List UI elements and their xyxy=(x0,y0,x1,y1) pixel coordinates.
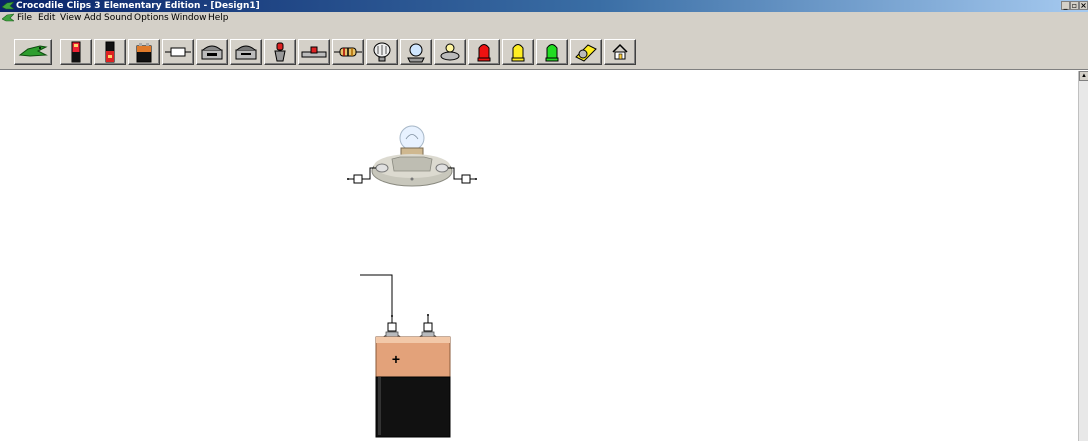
menu-options[interactable]: Options xyxy=(134,12,169,24)
toolbar-fuse-button[interactable] xyxy=(162,39,194,65)
design-canvas[interactable]: + xyxy=(0,71,1078,441)
toolbar-2way-switch-button[interactable] xyxy=(230,39,262,65)
bulb-icon xyxy=(407,43,425,63)
resistor-icon xyxy=(334,47,362,57)
push-switch-icon xyxy=(274,42,286,62)
crocodile-app-icon xyxy=(2,1,14,10)
menu-window[interactable]: Window xyxy=(171,12,207,24)
switch-icon xyxy=(201,45,223,60)
menu-file[interactable]: File xyxy=(17,12,32,24)
menu-bar: File Edit View Add Sound Options Window … xyxy=(0,12,1088,34)
toolbar-capacitor-button[interactable] xyxy=(366,39,398,65)
battery-positive-label: + xyxy=(392,351,400,367)
toolbar-motor-button[interactable] xyxy=(570,39,602,65)
toolbar-red-led-button[interactable] xyxy=(468,39,500,65)
9v-battery-icon xyxy=(136,43,152,63)
capacitor-icon xyxy=(373,42,391,62)
crocodile-clip-icon xyxy=(18,45,48,57)
toolbar-push-switch-button[interactable] xyxy=(264,39,296,65)
document-crocodile-icon[interactable] xyxy=(2,13,14,23)
scroll-up-arrow-icon[interactable]: ▲ xyxy=(1079,71,1088,81)
app-window: Crocodile Clips 3 Elementary Edition - [… xyxy=(0,0,1088,441)
toolbar-switch-button[interactable] xyxy=(196,39,228,65)
toolbar-cell-button[interactable] xyxy=(60,39,92,65)
battery-9v-component[interactable]: + xyxy=(370,311,456,441)
title-bar[interactable]: Crocodile Clips 3 Elementary Edition - [… xyxy=(0,0,1088,12)
home-icon xyxy=(612,43,628,60)
menu-view[interactable]: View xyxy=(60,12,81,24)
lamp-bulb-component[interactable] xyxy=(342,121,482,201)
led-red-icon xyxy=(477,44,491,62)
switch-2way-icon xyxy=(235,45,257,60)
toolbar-home-button[interactable] xyxy=(604,39,636,65)
menu-sound[interactable]: Sound xyxy=(104,12,132,24)
toolbar-battery-pack-button[interactable] xyxy=(94,39,126,65)
motor-icon xyxy=(575,44,597,62)
menu-add[interactable]: Add xyxy=(84,12,101,24)
menu-edit[interactable]: Edit xyxy=(38,12,55,24)
window-controls: _ ▫ × xyxy=(1061,1,1088,10)
fuse-icon xyxy=(165,47,191,57)
lamp-holder-icon xyxy=(440,43,460,61)
variable-resistor-icon xyxy=(301,46,327,58)
window-title: Crocodile Clips 3 Elementary Edition - [… xyxy=(16,1,260,11)
cell-battery-icon xyxy=(71,41,81,63)
toolbar-9v-battery-button[interactable] xyxy=(128,39,160,65)
restore-button[interactable]: ▫ xyxy=(1070,1,1079,10)
toolbar-crocodile-button[interactable] xyxy=(14,39,52,65)
vertical-scrollbar[interactable]: ▲ xyxy=(1078,71,1088,441)
minimize-button[interactable]: _ xyxy=(1061,1,1070,10)
close-button[interactable]: × xyxy=(1079,1,1088,10)
menu-help[interactable]: Help xyxy=(208,12,229,24)
toolbar-variable-resistor-button[interactable] xyxy=(298,39,330,65)
led-green-icon xyxy=(545,44,559,62)
battery-pack-icon xyxy=(105,41,115,63)
toolbar-lamp-holder-button[interactable] xyxy=(434,39,466,65)
component-toolbar xyxy=(0,24,1088,70)
toolbar-yellow-led-button[interactable] xyxy=(502,39,534,65)
toolbar-bulb-button[interactable] xyxy=(400,39,432,65)
led-yellow-icon xyxy=(511,44,525,62)
toolbar-green-led-button[interactable] xyxy=(536,39,568,65)
toolbar-resistor-button[interactable] xyxy=(332,39,364,65)
